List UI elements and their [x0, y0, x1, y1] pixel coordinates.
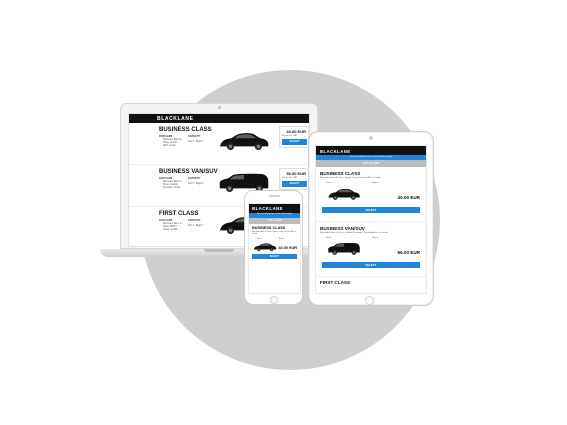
class-title: FIRST CLASS: [159, 211, 199, 217]
brand-logo[interactable]: BLACKLANE: [316, 146, 426, 155]
tablet-camera: [369, 136, 373, 140]
sedan-car-icon: [328, 188, 360, 200]
class-title: BUSINESS CLASS: [320, 171, 361, 176]
vehicle-class-card: BUSINESS CLASS OUR CARS Mercedes-Benz E-…: [129, 123, 309, 165]
phone-device: BLACKLANE Free cancellation up to 1 hour…: [244, 190, 303, 305]
laptop-camera: [218, 106, 221, 109]
tab-first-class[interactable]: 1ST CLASS: [316, 160, 426, 167]
price-note: Prices incl. VAT: [282, 135, 298, 137]
sedan-car-icon: [253, 243, 277, 252]
vehicle-class-card: BUSINESS VAN/SUV Mercedes-Benz V-Class, …: [316, 222, 426, 277]
vehicle-class-card: BUSINESS CLASS Mercedes-Benz E-Class, To…: [316, 167, 426, 222]
capacity-label: CAPACITY: [188, 135, 201, 138]
tablet-screen: BLACKLANE Free cancellation up to 1 hour…: [315, 145, 427, 294]
price-box: 40.00 EUR Prices incl. VAT SELECT: [279, 126, 309, 148]
passenger-capacity: Pax 3: [257, 238, 262, 240]
select-button[interactable]: SELECT: [252, 254, 297, 259]
select-button[interactable]: SELECT: [282, 139, 307, 145]
class-title: BUSINESS VAN/SUV: [320, 226, 365, 231]
cars-description: Mercedes-Benz E-Class, Lincoln MKZ, simi…: [163, 139, 183, 147]
price-box: 56.00 EUR Prices incl. VAT SELECT: [279, 168, 309, 190]
home-button: [270, 296, 278, 304]
brand-logo[interactable]: BLACKLANE: [249, 204, 300, 213]
phone-speaker: [269, 195, 280, 197]
class-title: FIRST CLASS: [320, 280, 351, 285]
select-button[interactable]: SELECT: [282, 181, 307, 187]
luggage-capacity: Bags 2: [372, 182, 379, 184]
sedan-car-icon: [219, 133, 269, 150]
our-cars-label: OUR CARS: [159, 177, 173, 180]
vehicle-class-card: FIRST CLASS: [316, 277, 426, 287]
cars-description: Mercedes-Benz V-Class, Cadillac Escalade…: [163, 181, 182, 189]
capacity-value: Pax 5 · Bags 5: [188, 183, 204, 185]
capacity-value: Pax 3 · Bags 2: [188, 225, 204, 227]
tablet-device: BLACKLANE Free cancellation up to 1 hour…: [308, 131, 434, 306]
phone-screen: BLACKLANE Free cancellation up to 1 hour…: [248, 203, 301, 294]
van-car-icon: [328, 242, 360, 255]
tab-first-class[interactable]: 1ST CLASS: [249, 218, 300, 224]
price-value: 40.00 EUR: [397, 195, 420, 200]
capacity-label: CAPACITY: [188, 177, 201, 180]
cars-description: Mercedes-Benz E-Class, Toyota Camry, Lin…: [252, 231, 297, 236]
laptop-notch: [204, 249, 234, 252]
class-title: BUSINESS VAN/SUV: [159, 169, 218, 175]
brand-logo[interactable]: BLACKLANE: [129, 114, 309, 123]
price-value: 56.00 EUR: [397, 250, 420, 255]
price-value: 40.00 EUR: [286, 129, 306, 134]
home-button: [365, 296, 374, 305]
our-cars-label: OUR CARS: [159, 135, 173, 138]
class-title: BUSINESS CLASS: [159, 127, 212, 133]
capacity-value: Pax 3 · Bags 2: [188, 141, 204, 143]
price-value: 56.00 EUR: [286, 171, 306, 176]
passenger-capacity: Pax 3: [326, 182, 332, 184]
select-button[interactable]: SELECT: [322, 262, 420, 268]
passenger-capacity: Pax 5: [326, 237, 332, 239]
luggage-capacity: Bags 2: [279, 238, 285, 240]
price-value: 40.00 EUR: [278, 246, 297, 250]
cars-description: Mercedes-Benz E-Class, Toyota Camry, Lin…: [320, 177, 381, 179]
select-button[interactable]: SELECT: [322, 207, 420, 213]
cars-description: Mercedes-Benz S-Class, BMW 7 Series, sim…: [163, 223, 183, 231]
class-title: BUSINESS CLASS: [252, 226, 286, 230]
price-note: Prices incl. VAT: [282, 177, 298, 179]
capacity-label: CAPACITY: [188, 219, 201, 222]
luggage-capacity: Bags 5: [372, 237, 379, 239]
cars-description: Mercedes-Benz V-Class, Cadillac Escalade…: [320, 232, 388, 234]
our-cars-label: OUR CARS: [159, 219, 173, 222]
